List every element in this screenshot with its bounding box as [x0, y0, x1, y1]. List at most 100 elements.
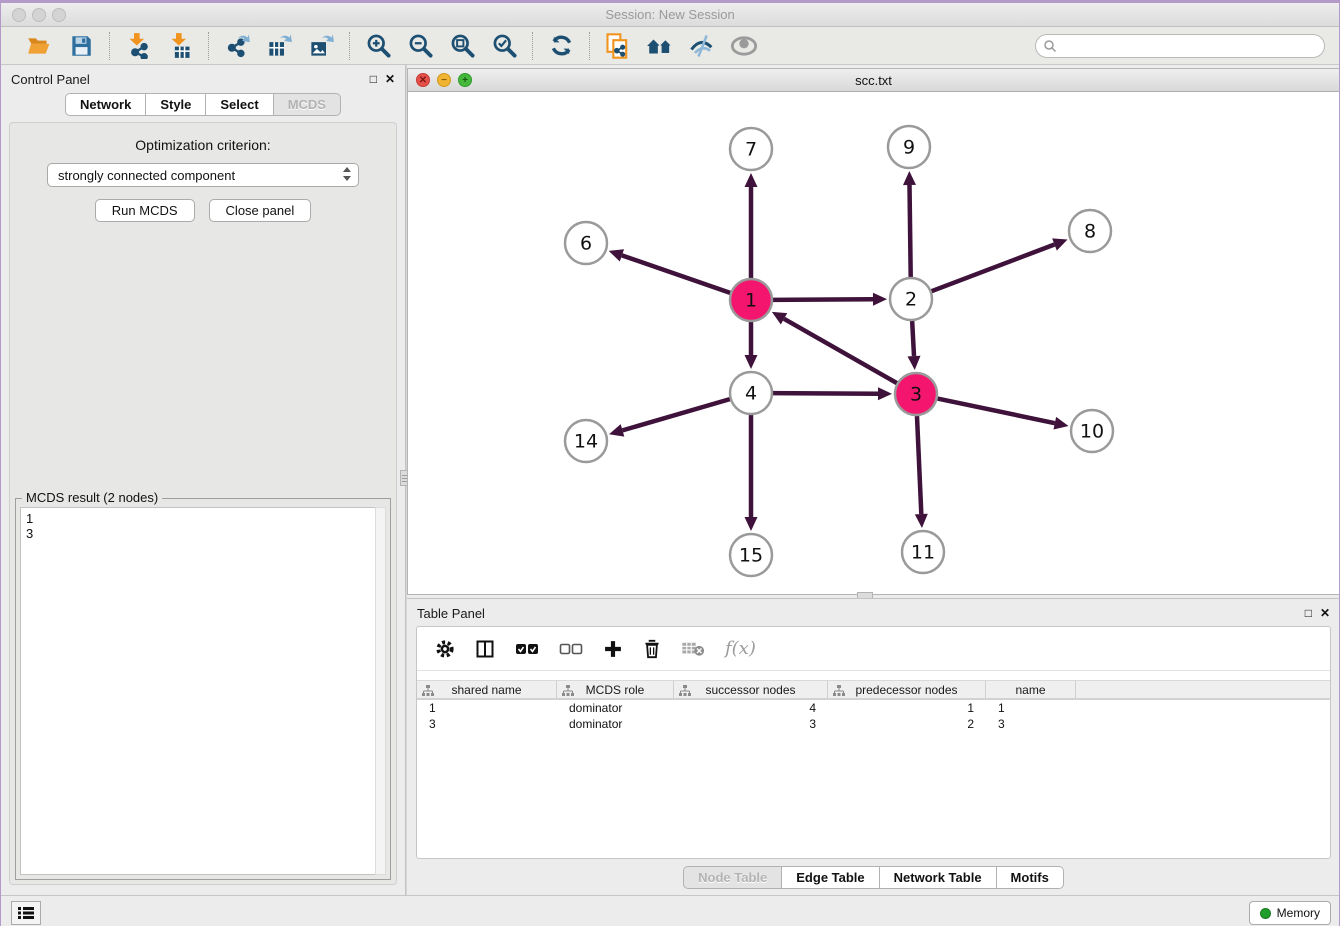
- graph-node-label-3: 3: [910, 384, 922, 406]
- status-bar: Memory: [1, 895, 1339, 926]
- first-neighbors-icon[interactable]: [646, 32, 674, 60]
- add-column-icon[interactable]: [603, 639, 623, 659]
- table-cell[interactable]: dominator: [557, 716, 674, 732]
- main-area: Control Panel □ ✕ NetworkStyleSelectMCDS…: [1, 65, 1339, 895]
- birds-eye-view-icon[interactable]: [730, 32, 758, 60]
- tab-select[interactable]: Select: [206, 93, 273, 116]
- edge-arrowhead: [745, 173, 758, 187]
- column-type-icon: [833, 685, 845, 697]
- window-title: Session: New Session: [1, 7, 1339, 22]
- edge-2-9[interactable]: [910, 185, 911, 277]
- show-graphics-details-icon[interactable]: [688, 32, 716, 60]
- graph-node-label-2: 2: [905, 289, 917, 311]
- close-panel-button[interactable]: Close panel: [209, 199, 312, 222]
- memory-button[interactable]: Memory: [1249, 901, 1331, 925]
- import-network-icon[interactable]: [124, 32, 152, 60]
- zoom-selected-icon[interactable]: [490, 32, 518, 60]
- result-scrollbar[interactable]: [375, 507, 386, 875]
- table-row[interactable]: 3dominator323: [417, 716, 1330, 732]
- float-table-panel-icon[interactable]: □: [1305, 607, 1312, 619]
- column-header-shared-name[interactable]: shared name: [417, 681, 557, 698]
- export-image-icon[interactable]: [307, 32, 335, 60]
- edge-3-10[interactable]: [938, 399, 1055, 424]
- column-header-MCDS-role[interactable]: MCDS role: [557, 681, 674, 698]
- memory-label: Memory: [1277, 906, 1320, 920]
- edge-1-6[interactable]: [622, 255, 730, 292]
- network-close-button[interactable]: ✕: [416, 73, 430, 87]
- network-window-titlebar[interactable]: scc.txt ✕ − +: [408, 69, 1339, 92]
- table-cell[interactable]: 1: [828, 700, 986, 716]
- run-mcds-button[interactable]: Run MCDS: [95, 199, 195, 222]
- open-session-icon[interactable]: [25, 32, 53, 60]
- save-session-icon[interactable]: [67, 32, 95, 60]
- app-window: Session: New Session: [0, 0, 1340, 926]
- task-history-button[interactable]: [11, 901, 41, 925]
- duplicate-network-icon[interactable]: [604, 32, 632, 60]
- column-header-successor-nodes[interactable]: successor nodes: [674, 681, 828, 698]
- split-view-icon[interactable]: [475, 639, 495, 659]
- graph-node-label-8: 8: [1084, 221, 1096, 243]
- zoom-fit-icon[interactable]: [448, 32, 476, 60]
- delete-column-icon[interactable]: [643, 639, 661, 659]
- table-cell[interactable]: 1: [417, 700, 557, 716]
- tab-mcds[interactable]: MCDS: [274, 93, 341, 116]
- optimization-criterion-select[interactable]: strongly connected component: [47, 163, 359, 187]
- edge-4-14[interactable]: [622, 399, 729, 430]
- table-tab-motifs[interactable]: Motifs: [997, 866, 1064, 889]
- close-panel-icon[interactable]: ✕: [385, 73, 395, 85]
- tab-network[interactable]: Network: [65, 93, 146, 116]
- edge-arrowhead: [745, 517, 758, 531]
- network-view-window: scc.txt ✕ − + 7968124314101511: [407, 68, 1340, 595]
- edge-3-1[interactable]: [784, 319, 897, 383]
- column-type-icon: [562, 685, 574, 697]
- edge-arrowhead: [873, 293, 887, 306]
- table-tab-edge-table[interactable]: Edge Table: [782, 866, 879, 889]
- network-graph-canvas[interactable]: 7968124314101511: [408, 92, 1339, 594]
- table-cell[interactable]: 3: [417, 716, 557, 732]
- dropdown-value: strongly connected component: [58, 168, 235, 183]
- mcds-panel: Optimization criterion: strongly connect…: [9, 122, 397, 885]
- column-header-label: MCDS role: [586, 683, 645, 697]
- edge-4-3[interactable]: [773, 393, 878, 394]
- table-cell[interactable]: 3: [674, 716, 828, 732]
- column-header-label: name: [1015, 683, 1045, 697]
- mcds-result-list[interactable]: 1 3: [20, 507, 386, 875]
- table-tab-network-table[interactable]: Network Table: [880, 866, 997, 889]
- edge-1-2[interactable]: [773, 299, 873, 300]
- search-field[interactable]: [1057, 39, 1324, 53]
- table-cell[interactable]: 4: [674, 700, 828, 716]
- column-header-name[interactable]: name: [986, 681, 1076, 698]
- table-tab-node-table[interactable]: Node Table: [683, 866, 782, 889]
- gear-icon[interactable]: [435, 639, 455, 659]
- function-builder-icon[interactable]: f(x): [725, 638, 756, 659]
- close-table-panel-icon[interactable]: ✕: [1320, 607, 1330, 619]
- graph-node-label-4: 4: [745, 383, 757, 405]
- unselect-all-columns-icon[interactable]: [559, 642, 583, 656]
- graph-node-label-10: 10: [1080, 421, 1104, 443]
- export-network-icon[interactable]: [223, 32, 251, 60]
- network-minimize-button[interactable]: −: [437, 73, 451, 87]
- delete-table-icon[interactable]: [681, 641, 705, 657]
- zoom-out-icon[interactable]: [406, 32, 434, 60]
- tab-style[interactable]: Style: [146, 93, 206, 116]
- import-table-icon[interactable]: [166, 32, 194, 60]
- network-maximize-button[interactable]: +: [458, 73, 472, 87]
- table-cell[interactable]: 1: [986, 700, 1076, 716]
- control-panel-title: Control Panel: [11, 72, 90, 87]
- list-icon: [17, 906, 35, 920]
- table-cell[interactable]: dominator: [557, 700, 674, 716]
- edge-arrowhead: [915, 514, 928, 528]
- export-table-icon[interactable]: [265, 32, 293, 60]
- zoom-in-icon[interactable]: [364, 32, 392, 60]
- refresh-layout-icon[interactable]: [547, 32, 575, 60]
- table-row[interactable]: 1dominator411: [417, 700, 1330, 716]
- float-panel-icon[interactable]: □: [370, 73, 377, 85]
- edge-3-11[interactable]: [917, 416, 921, 514]
- search-input[interactable]: [1035, 34, 1325, 58]
- edge-2-3[interactable]: [912, 321, 914, 356]
- column-header-predecessor-nodes[interactable]: predecessor nodes: [828, 681, 986, 698]
- edge-2-8[interactable]: [932, 244, 1055, 291]
- select-all-columns-icon[interactable]: [515, 642, 539, 656]
- table-cell[interactable]: 2: [828, 716, 986, 732]
- table-cell[interactable]: 3: [986, 716, 1076, 732]
